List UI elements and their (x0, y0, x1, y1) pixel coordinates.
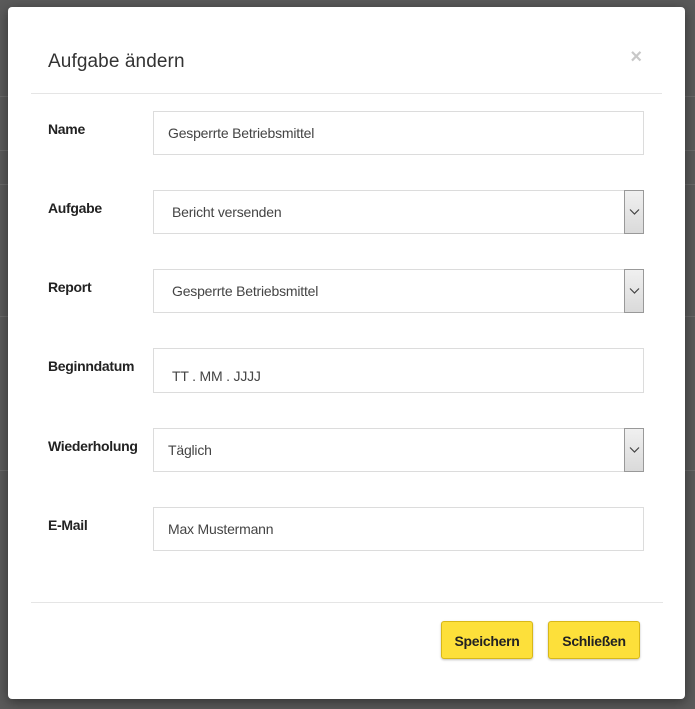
email-label: E-Mail (48, 517, 88, 533)
chevron-down-icon (629, 447, 640, 453)
modal-footer: Speichern Schließen (31, 602, 663, 700)
report-select[interactable]: Gesperrte Betriebsmittel (153, 269, 644, 313)
task-select-dropdown-button[interactable] (624, 190, 644, 234)
close-icon[interactable]: × (630, 47, 642, 67)
start-date-input-value: TT . MM . JJJJ (172, 368, 261, 384)
name-label: Name (48, 121, 85, 137)
modal-title: Aufgabe ändern (48, 51, 185, 72)
start-date-label: Beginndatum (48, 358, 135, 374)
chevron-down-icon (629, 288, 640, 294)
form-row-email: E-Mail Max Mustermann (47, 507, 647, 553)
repeat-select-value: Täglich (168, 442, 212, 458)
save-button[interactable]: Speichern (441, 621, 533, 659)
chevron-down-icon (629, 209, 640, 215)
report-label: Report (48, 279, 92, 295)
form-row-repeat: Wiederholung Täglich (47, 428, 647, 474)
task-select-value: Bericht versenden (172, 204, 282, 220)
name-input-value: Gesperrte Betriebsmittel (168, 125, 315, 141)
name-input[interactable]: Gesperrte Betriebsmittel (153, 111, 644, 155)
report-select-dropdown-button[interactable] (624, 269, 644, 313)
form-row-start-date: Beginndatum TT . MM . JJJJ (47, 348, 647, 394)
email-input[interactable]: Max Mustermann (153, 507, 644, 551)
task-select[interactable]: Bericht versenden (153, 190, 644, 234)
modal-header: Aufgabe ändern × (31, 7, 662, 94)
task-label: Aufgabe (48, 200, 102, 216)
report-select-value: Gesperrte Betriebsmittel (172, 283, 319, 299)
close-button[interactable]: Schließen (548, 621, 640, 659)
form-row-name: Name Gesperrte Betriebsmittel (47, 111, 647, 157)
edit-task-modal: Aufgabe ändern × Name Gesperrte Betriebs… (8, 7, 685, 699)
repeat-label: Wiederholung (48, 438, 138, 454)
repeat-select-dropdown-button[interactable] (624, 428, 644, 472)
form-row-task: Aufgabe Bericht versenden (47, 190, 647, 236)
email-input-value: Max Mustermann (168, 521, 274, 537)
start-date-input[interactable]: TT . MM . JJJJ (153, 348, 644, 393)
repeat-select[interactable]: Täglich (153, 428, 644, 472)
form-row-report: Report Gesperrte Betriebsmittel (47, 269, 647, 315)
